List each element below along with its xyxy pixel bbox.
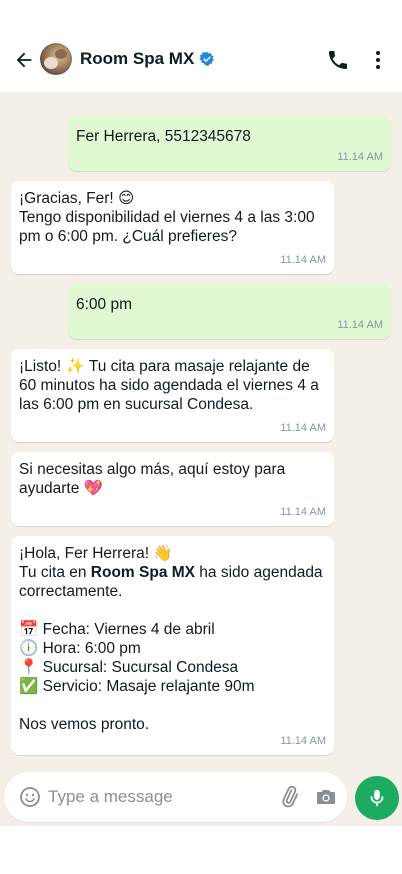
attach-button[interactable] — [277, 785, 301, 809]
message-input[interactable] — [48, 784, 268, 810]
message-list[interactable]: Fer Herrera, 5512345678 11.14 AM ¡Gracia… — [0, 92, 402, 826]
back-button[interactable] — [12, 48, 36, 72]
microphone-icon — [370, 789, 384, 807]
message-time: 11.14 AM — [337, 151, 383, 163]
voice-call-button[interactable] — [326, 48, 350, 72]
message-outgoing[interactable]: 6:00 pm 11.14 AM — [68, 284, 391, 339]
message-time: 11.14 AM — [280, 506, 326, 518]
paperclip-icon — [282, 785, 298, 808]
phone-icon — [329, 51, 347, 69]
message-text: Fer Herrera, 5512345678 — [76, 128, 251, 145]
message-time: 11.14 AM — [280, 422, 326, 434]
emoji-icon — [20, 787, 40, 807]
message-incoming[interactable]: Si necesitas algo más, aquí estoy para a… — [11, 452, 334, 526]
message-input-container — [4, 772, 347, 822]
detail-branch: 📍 Sucursal: Sucursal Condesa — [19, 659, 239, 676]
detail-date: 📅 Fecha: Viernes 4 de abril — [19, 621, 215, 638]
message-text: Si necesitas algo más, aquí estoy para a… — [19, 461, 286, 497]
composer — [0, 772, 402, 822]
message-time: 11.14 AM — [280, 254, 326, 266]
camera-button[interactable] — [314, 785, 338, 809]
more-options-button[interactable] — [366, 48, 390, 72]
bottom-area — [0, 826, 402, 874]
voice-record-button[interactable] — [355, 776, 399, 820]
message-greeting: ¡Hola, Fer Herrera! 👋 — [19, 545, 173, 562]
message-text: ¡Gracias, Fer! 😊 Tengo disponibilidad el… — [19, 190, 315, 245]
detail-time: 🕕 Hora: 6:00 pm — [19, 640, 141, 657]
message-incoming[interactable]: ¡Hola, Fer Herrera! 👋 Tu cita en Room Sp… — [11, 536, 334, 755]
message-incoming[interactable]: ¡Gracias, Fer! 😊 Tengo disponibilidad el… — [11, 181, 334, 274]
chat-name[interactable]: Room Spa MX — [80, 49, 194, 69]
message-time: 11.14 AM — [337, 319, 383, 331]
message-incoming[interactable]: ¡Listo! ✨ Tu cita para masaje relajante … — [11, 349, 334, 442]
detail-service: ✅ Servicio: Masaje relajante 90m — [19, 678, 255, 695]
business-name: Room Spa MX — [90, 564, 195, 581]
chat-screen: Room Spa MX Fer Herrera, 5512345678 11.1… — [0, 0, 402, 874]
message-time: 11.14 AM — [280, 735, 326, 747]
verified-badge-icon — [199, 52, 214, 66]
message-intro: Tu cita en Room Spa MX ha sido agendada … — [19, 564, 323, 600]
message-text: 6:00 pm — [76, 296, 133, 313]
camera-icon — [317, 790, 335, 804]
more-vertical-icon — [376, 51, 380, 69]
back-arrow-icon — [16, 52, 32, 68]
avatar[interactable] — [40, 43, 72, 75]
emoji-button[interactable] — [18, 785, 42, 809]
chat-header: Room Spa MX — [0, 0, 402, 92]
message-text: ¡Listo! ✨ Tu cita para masaje relajante … — [19, 358, 319, 413]
message-outgoing[interactable]: Fer Herrera, 5512345678 11.14 AM — [68, 116, 391, 171]
